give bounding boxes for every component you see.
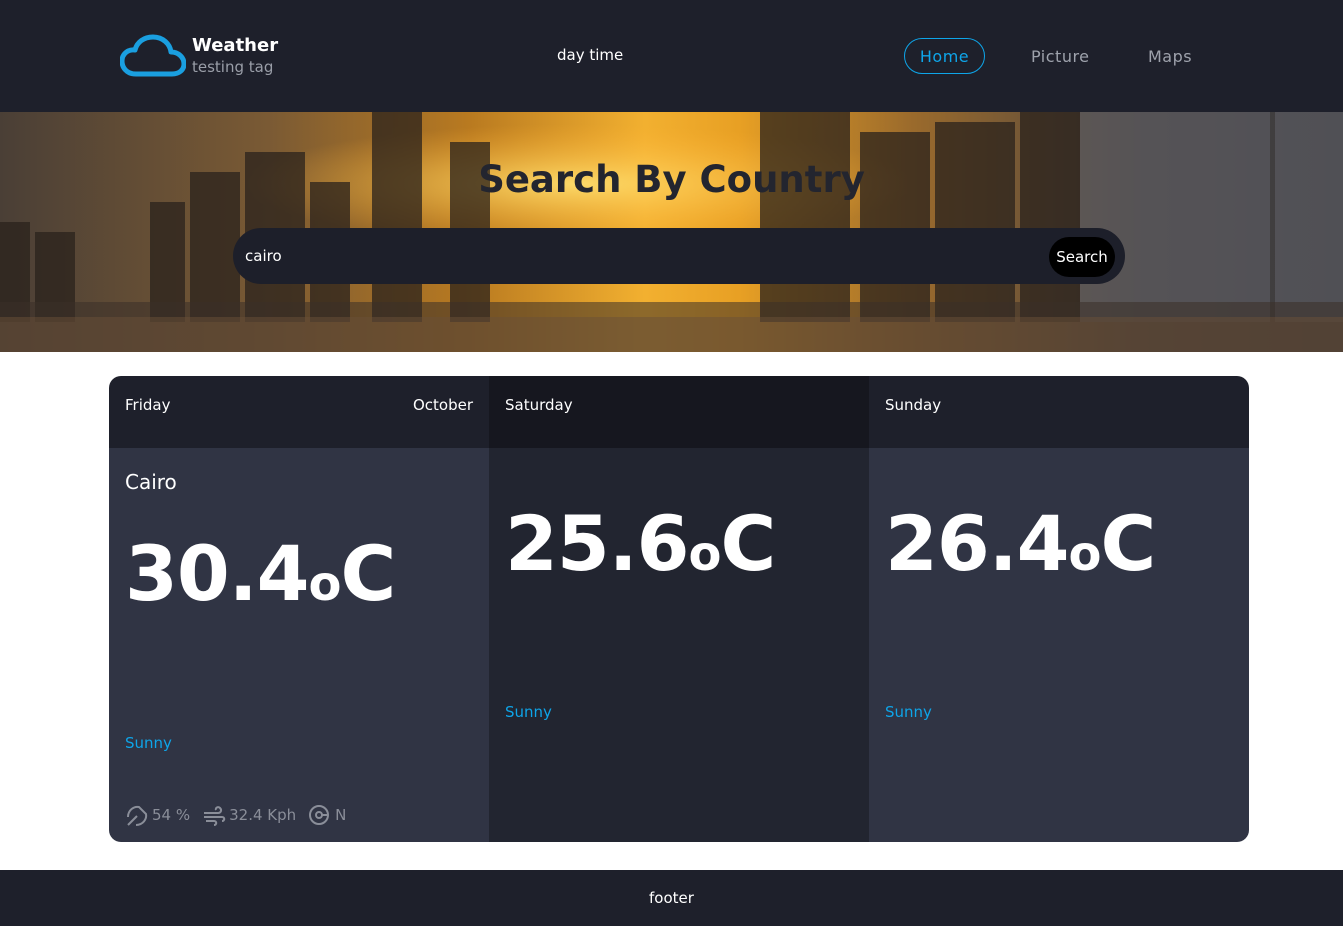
temperature-unit: C xyxy=(1100,499,1157,588)
condition-text: Sunny xyxy=(125,734,172,752)
brand[interactable]: Weather testing tag xyxy=(120,34,278,78)
forecast-panel: Friday October Cairo 30.4oC Sunny 54 % 3… xyxy=(109,376,1249,842)
temperature: 30.4oC xyxy=(125,536,396,612)
forecast-card-today: Friday October Cairo 30.4oC Sunny 54 % 3… xyxy=(109,376,489,842)
card-body: 25.6oC Sunny xyxy=(489,448,869,842)
brand-name: Weather xyxy=(192,35,279,56)
umbrella-icon xyxy=(127,805,148,826)
temperature-value: 30.4 xyxy=(125,529,310,618)
wind-direction-stat: N xyxy=(308,804,346,826)
wind-icon xyxy=(204,806,226,826)
brand-tag: testing tag xyxy=(192,58,274,76)
cloud-icon xyxy=(120,34,186,77)
temperature-value: 25.6 xyxy=(505,499,690,588)
day-name: Sunday xyxy=(885,396,942,414)
temperature-unit: C xyxy=(720,499,777,588)
card-body: Cairo 30.4oC Sunny 54 % 32.4 Kph N xyxy=(109,448,489,842)
temperature: 26.4oC xyxy=(885,506,1156,582)
search-input[interactable] xyxy=(245,241,1025,271)
temperature-value: 26.4 xyxy=(885,499,1070,588)
condition-text: Sunny xyxy=(885,703,932,721)
hero-banner: Search By Country Search xyxy=(0,112,1343,352)
month-name: October xyxy=(412,396,473,414)
card-header: Saturday xyxy=(489,376,869,448)
degree-symbol: o xyxy=(1068,526,1102,582)
day-name: Friday xyxy=(125,396,171,414)
day-name: Saturday xyxy=(505,396,573,414)
degree-symbol: o xyxy=(308,556,342,612)
search-button[interactable]: Search xyxy=(1049,237,1115,277)
forecast-card-saturday: Saturday 25.6oC Sunny xyxy=(489,376,869,842)
wind-direction-value: N xyxy=(335,806,347,824)
temperature: 25.6oC xyxy=(505,506,776,582)
footer: footer xyxy=(0,870,1343,926)
condition-text: Sunny xyxy=(505,703,552,721)
degree-symbol: o xyxy=(688,526,722,582)
compass-icon xyxy=(309,805,330,825)
humidity-stat: 54 % xyxy=(125,804,190,826)
wind-speed-value: 32.4 Kph xyxy=(229,806,297,824)
nav-home[interactable]: Home xyxy=(904,38,985,74)
card-header: Sunday xyxy=(869,376,1249,448)
hero-title: Search By Country xyxy=(478,158,865,201)
temperature-unit: C xyxy=(340,529,397,618)
card-header: Friday October xyxy=(109,376,489,448)
humidity-value: 54 % xyxy=(152,806,191,824)
nav-picture[interactable]: Picture xyxy=(1031,38,1090,74)
weather-stats: 54 % 32.4 Kph N xyxy=(125,804,358,826)
navbar: Weather testing tag day time Home Pictur… xyxy=(0,0,1343,112)
daytime-label: day time xyxy=(557,46,624,64)
forecast-card-sunday: Sunday 26.4oC Sunny xyxy=(869,376,1249,842)
nav-maps[interactable]: Maps xyxy=(1148,38,1192,74)
city-name: Cairo xyxy=(125,470,177,494)
wind-speed-stat: 32.4 Kph xyxy=(202,804,296,826)
search-bar: Search xyxy=(233,228,1125,284)
card-body: 26.4oC Sunny xyxy=(869,448,1249,842)
